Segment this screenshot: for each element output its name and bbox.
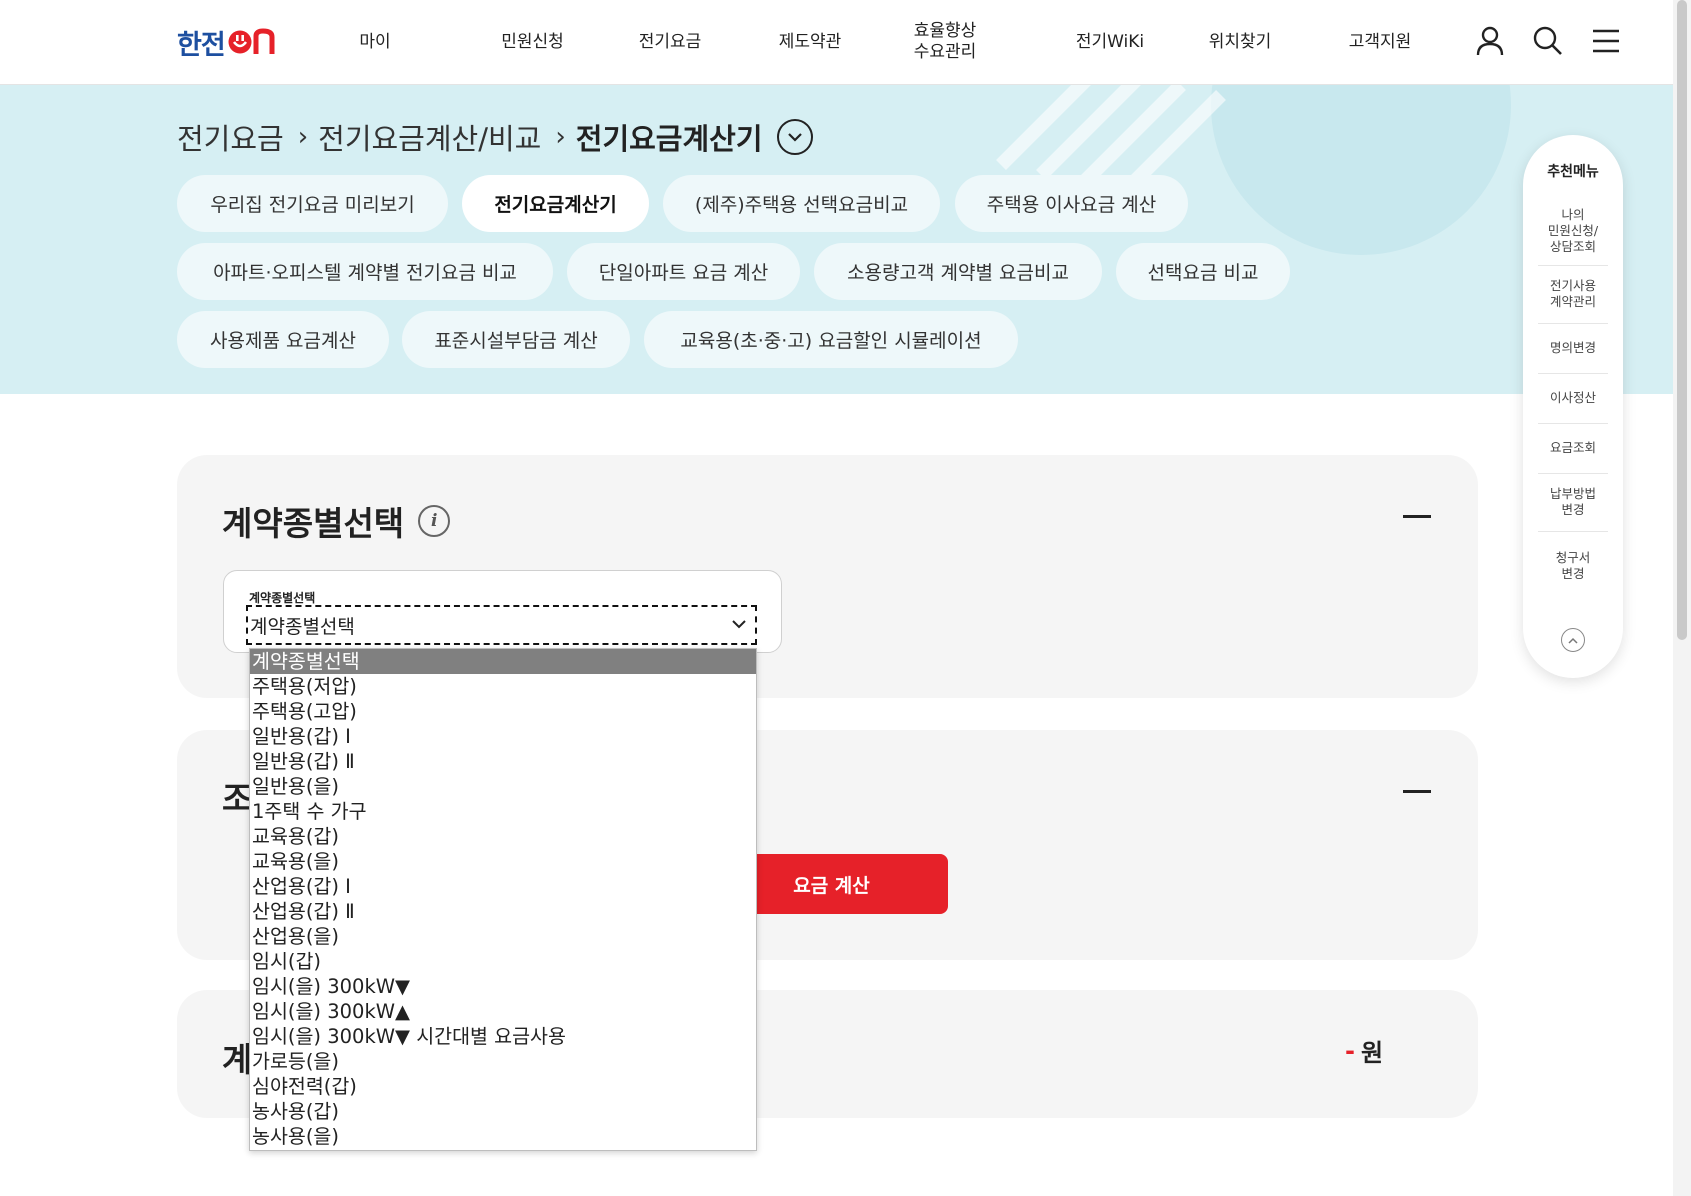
chevron-right-icon: › xyxy=(555,122,566,152)
breadcrumb: 전기요금 › 전기요금계산/비교 › 전기요금계산기 xyxy=(177,112,813,162)
scrollbar-thumb[interactable] xyxy=(1677,0,1687,640)
chevron-right-icon: › xyxy=(297,122,309,152)
scroll-top-icon[interactable] xyxy=(1561,628,1585,652)
search-icon[interactable] xyxy=(1532,25,1564,57)
dropdown-option[interactable]: 농사용(을) xyxy=(250,1124,756,1149)
dropdown-option[interactable]: 일반용(을) xyxy=(250,774,756,799)
contract-type-select[interactable]: 계약종별선택 xyxy=(246,605,757,645)
dropdown-option[interactable]: 계약종별선택 xyxy=(250,649,756,674)
recommended-side-menu: 추천메뉴 나의 민원신청/ 상담조회 전기사용 계약관리 명의변경 이사정산 요… xyxy=(1523,135,1623,678)
side-item-my-requests[interactable]: 나의 민원신청/ 상담조회 xyxy=(1538,197,1608,266)
side-item-move-settlement[interactable]: 이사정산 xyxy=(1538,373,1608,424)
chip-product-calc[interactable]: 사용제품 요금계산 xyxy=(177,311,389,368)
dropdown-option[interactable]: 1주택 수 가구 xyxy=(250,799,756,824)
dropdown-option[interactable]: 산업용(갑) Ⅰ xyxy=(250,874,756,899)
side-item-bill-inquiry[interactable]: 요금조회 xyxy=(1538,423,1608,474)
breadcrumb-current: 전기요금계산기 xyxy=(575,122,763,156)
nav-terms[interactable]: 제도약관 xyxy=(770,0,850,84)
chip-bill-preview[interactable]: 우리집 전기요금 미리보기 xyxy=(177,175,448,232)
chevron-down-circle-icon[interactable] xyxy=(776,119,813,155)
dropdown-option[interactable]: 임시(갑) xyxy=(250,949,756,974)
nav-support[interactable]: 고객지원 xyxy=(1340,0,1420,84)
breadcrumb-item[interactable]: 전기요금 xyxy=(177,116,284,158)
dropdown-option[interactable]: 임시(을) 300kW▼ 시간대별 요금사용 xyxy=(250,1024,756,1049)
dropdown-option[interactable]: 주택용(저압) xyxy=(250,674,756,699)
contract-type-dropdown[interactable]: 계약종별선택 주택용(저압) 주택용(고압) 일반용(갑) Ⅰ 일반용(갑) Ⅱ 일반용(… xyxy=(249,648,757,1151)
chip-education-discount[interactable]: 교육용(초·중·고) 요금할인 시뮬레이션 xyxy=(644,311,1018,368)
result-card-title: 계 xyxy=(222,1040,253,1079)
page-scrollbar[interactable] xyxy=(1673,0,1691,1196)
dropdown-option[interactable]: 임시(을) 300kW▼ xyxy=(250,974,756,999)
side-item-name-change[interactable]: 명의변경 xyxy=(1538,323,1608,374)
dropdown-option[interactable]: 일반용(갑) Ⅱ xyxy=(250,749,756,774)
chip-option-compare[interactable]: 선택요금 비교 xyxy=(1116,243,1290,300)
logo-on-mark xyxy=(227,28,277,56)
dropdown-option[interactable]: 교육용(을) xyxy=(250,849,756,874)
logo-text: 한전 xyxy=(177,29,226,61)
chevron-down-icon xyxy=(732,620,746,629)
dropdown-option[interactable]: 농사용(갑) xyxy=(250,1099,756,1124)
breadcrumb-item[interactable]: 전기요금계산/비교 xyxy=(318,116,541,158)
dropdown-option[interactable]: 가로등(을) xyxy=(250,1049,756,1074)
condition-card-title: 조 xyxy=(222,779,253,818)
dropdown-option[interactable]: 산업용(을) xyxy=(250,924,756,949)
dropdown-option[interactable]: 교육용(갑) xyxy=(250,824,756,849)
info-icon[interactable]: i xyxy=(418,505,451,537)
amount-unit: 원 xyxy=(1360,1039,1384,1067)
chip-jeju-compare[interactable]: (제주)주택용 선택요금비교 xyxy=(663,175,940,232)
menu-icon[interactable] xyxy=(1590,25,1622,57)
dropdown-option[interactable]: 주택용(고압) xyxy=(250,699,756,724)
collapse-minus-icon[interactable] xyxy=(1403,790,1431,793)
chip-move-calc[interactable]: 주택용 이사요금 계산 xyxy=(955,175,1188,232)
dropdown-option[interactable]: 임시(을) 300kW▲ xyxy=(250,999,756,1024)
nav-efficiency[interactable]: 효율향상 수요관리 xyxy=(905,0,985,84)
user-icon[interactable] xyxy=(1474,25,1506,57)
kepco-on-logo[interactable]: 한전 xyxy=(177,22,277,62)
chip-single-apartment[interactable]: 단일아파트 요금 계산 xyxy=(567,243,800,300)
amount-value: - xyxy=(1345,1036,1355,1065)
card-title: 계약종별선택 i xyxy=(222,497,451,545)
side-menu-title: 추천메뉴 xyxy=(1547,164,1599,180)
nav-location[interactable]: 위치찾기 xyxy=(1200,0,1280,84)
dropdown-option[interactable]: 산업용(갑) Ⅱ xyxy=(250,899,756,924)
side-item-invoice-change[interactable]: 청구서 변경 xyxy=(1538,531,1608,601)
chip-apartment-compare[interactable]: 아파트·오피스텔 계약별 전기요금 비교 xyxy=(177,243,553,300)
site-header: 한전 마이 민원신청 전기요금 제도약관 효율향상 수요관리 전기WiKi 위치… xyxy=(0,0,1691,85)
nav-civil-request[interactable]: 민원신청 xyxy=(490,0,575,84)
collapse-minus-icon[interactable] xyxy=(1403,515,1431,518)
chip-facility-charge[interactable]: 표준시설부담금 계산 xyxy=(402,311,630,368)
dropdown-option[interactable]: 심야전력(갑) xyxy=(250,1074,756,1099)
side-item-contract-manage[interactable]: 전기사용 계약관리 xyxy=(1538,265,1608,324)
contract-select-box: 계약종별선택 계약종별선택 xyxy=(223,570,782,653)
side-item-payment-method[interactable]: 납부방법 변경 xyxy=(1538,473,1608,532)
chip-small-customer[interactable]: 소용량고객 계약별 요금비교 xyxy=(814,243,1102,300)
nav-wiki[interactable]: 전기WiKi xyxy=(1065,0,1155,84)
result-amount: - 원 xyxy=(1345,1033,1383,1068)
nav-my[interactable]: 마이 xyxy=(340,0,410,84)
chip-bill-calculator[interactable]: 전기요금계산기 xyxy=(462,175,649,232)
select-label: 계약종별선택 xyxy=(249,591,316,605)
dropdown-option[interactable]: 일반용(갑) Ⅰ xyxy=(250,724,756,749)
nav-electric-bill[interactable]: 전기요금 xyxy=(630,0,710,84)
